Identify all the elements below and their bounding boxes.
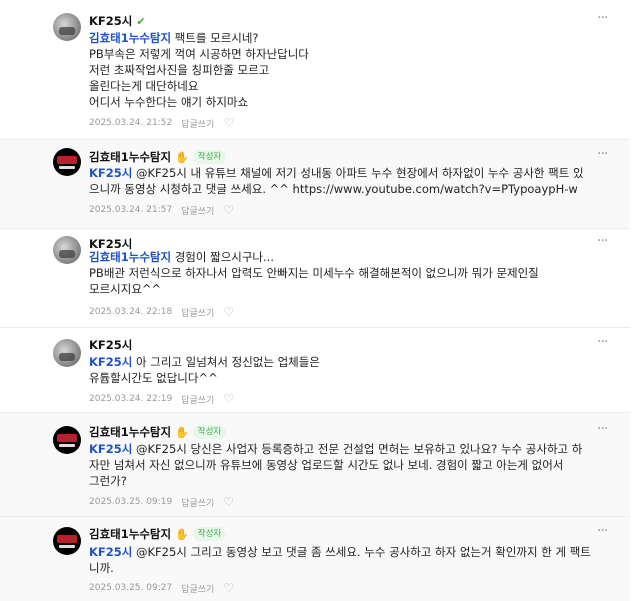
- avatar[interactable]: [53, 527, 81, 555]
- more-options-icon[interactable]: ···: [597, 233, 608, 249]
- right-edge: [630, 0, 640, 601]
- reply-button[interactable]: 답글쓰기: [181, 204, 214, 217]
- like-heart-icon[interactable]: ♡: [223, 581, 234, 595]
- comment-text: KF25시 @KF25시 당신은 사업자 등록증하고 전문 건설업 면허는 보유…: [89, 442, 583, 488]
- comment-header: 김효태1누수탐지 ✋ 작성자: [89, 424, 227, 440]
- comment-date: 2025.03.25. 09:19: [89, 497, 173, 507]
- comment-meta: 2025.03.25. 09:19 답글쓰기 ♡: [89, 495, 234, 509]
- like-heart-icon[interactable]: ♡: [223, 495, 234, 509]
- comment-text: KF25시 @KF25시 그리고 동영상 보고 댓글 좀 쓰세요. 누수 공사하…: [89, 545, 591, 575]
- mention-link[interactable]: KF25시: [89, 442, 132, 456]
- like-heart-icon[interactable]: ♡: [223, 305, 234, 319]
- comment-date: 2025.03.24. 21:52: [89, 118, 173, 128]
- comment-header: KF25시: [89, 338, 132, 352]
- comment-item: 김효태1누수탐지 ✋ 작성자 ··· KF25시 @KF25시 그리고 동영상 …: [0, 517, 630, 601]
- reply-button[interactable]: 답글쓰기: [181, 496, 214, 509]
- comment-header: 김효태1누수탐지 ✋ 작성자: [89, 526, 227, 542]
- like-heart-icon[interactable]: ♡: [223, 203, 234, 217]
- comment-header: KF25시 ✔: [89, 14, 146, 28]
- comment-date: 2025.03.25. 09:27: [89, 583, 173, 593]
- avatar[interactable]: [53, 339, 81, 367]
- comment-text: KF25시 @KF25시 내 유튜브 채널에 저기 성내동 아파트 누수 현장에…: [89, 166, 584, 196]
- avatar[interactable]: [53, 426, 81, 454]
- verified-icon: ✔: [136, 14, 146, 28]
- comment-date: 2025.03.24. 22:19: [89, 394, 173, 404]
- comment-item: 김효태1누수탐지 ✋ 작성자 ··· KF25시 @KF25시 당신은 사업자 …: [0, 413, 630, 516]
- like-heart-icon[interactable]: ♡: [223, 116, 234, 130]
- reply-button[interactable]: 답글쓰기: [181, 306, 214, 319]
- comment-meta: 2025.03.24. 22:18 답글쓰기 ♡: [89, 305, 234, 319]
- medal-icon: ✋: [175, 527, 189, 541]
- comment-header: 김효태1누수탐지 ✋ 작성자: [89, 149, 227, 165]
- nickname[interactable]: 김효태1누수탐지: [89, 149, 171, 165]
- comment-text: 김효태1누수탐지 경험이 짧으시구나... PB배관 저런식으로 하자나서 압력…: [89, 250, 539, 296]
- comment-meta: 2025.03.24. 22:19 답글쓰기 ♡: [89, 392, 234, 406]
- reply-button[interactable]: 답글쓰기: [181, 582, 214, 595]
- more-options-icon[interactable]: ···: [597, 10, 608, 26]
- avatar[interactable]: [53, 236, 81, 264]
- nickname[interactable]: KF25시: [89, 13, 132, 29]
- nickname[interactable]: KF25시: [89, 337, 132, 353]
- comment-item: KF25시 ✔ ··· 김효태1누수탐지 팩트를 모르시네? PB부속은 저렇게…: [0, 0, 630, 139]
- mention-link[interactable]: KF25시: [89, 545, 132, 559]
- reply-button[interactable]: 답글쓰기: [181, 393, 214, 406]
- more-options-icon[interactable]: ···: [597, 421, 608, 437]
- like-heart-icon[interactable]: ♡: [223, 392, 234, 406]
- avatar[interactable]: [53, 148, 81, 176]
- comment-item: KF25시 ··· 김효태1누수탐지 경험이 짧으시구나... PB배관 저런식…: [0, 229, 630, 327]
- comment-item: KF25시 ··· KF25시 아 그리고 일넘쳐서 정신없는 업체들은 유튭할…: [0, 328, 630, 412]
- mention-link[interactable]: 김효태1누수탐지: [89, 250, 171, 264]
- author-badge: 작성자: [192, 150, 227, 164]
- comment-meta: 2025.03.25. 09:27 답글쓰기 ♡: [89, 581, 234, 595]
- comment-item: 김효태1누수탐지 ✋ 작성자 ··· KF25시 @KF25시 내 유튜브 채널…: [0, 140, 630, 228]
- comment-meta: 2025.03.24. 21:52 답글쓰기 ♡: [89, 116, 234, 130]
- comment-date: 2025.03.24. 22:18: [89, 307, 173, 317]
- comment-meta: 2025.03.24. 21:57 답글쓰기 ♡: [89, 203, 234, 217]
- mention-link[interactable]: KF25시: [89, 166, 132, 180]
- more-options-icon[interactable]: ···: [597, 146, 608, 162]
- medal-icon: ✋: [175, 425, 189, 439]
- comment-text: 김효태1누수탐지 팩트를 모르시네? PB부속은 저렇게 꺽여 시공하면 하자난…: [89, 31, 309, 109]
- mention-link[interactable]: 김효태1누수탐지: [89, 31, 171, 45]
- more-options-icon[interactable]: ···: [597, 334, 608, 350]
- reply-button[interactable]: 답글쓰기: [181, 117, 214, 130]
- avatar[interactable]: [53, 13, 81, 41]
- medal-icon: ✋: [175, 150, 189, 164]
- author-badge: 작성자: [192, 527, 227, 541]
- comment-text: KF25시 아 그리고 일넘쳐서 정신없는 업체들은 유튭할시간도 없답니다^^: [89, 355, 320, 385]
- comment-date: 2025.03.24. 21:57: [89, 205, 173, 215]
- nickname[interactable]: 김효태1누수탐지: [89, 424, 171, 440]
- author-badge: 작성자: [192, 425, 227, 439]
- mention-link[interactable]: KF25시: [89, 355, 132, 369]
- more-options-icon[interactable]: ···: [597, 523, 608, 539]
- nickname[interactable]: 김효태1누수탐지: [89, 526, 171, 542]
